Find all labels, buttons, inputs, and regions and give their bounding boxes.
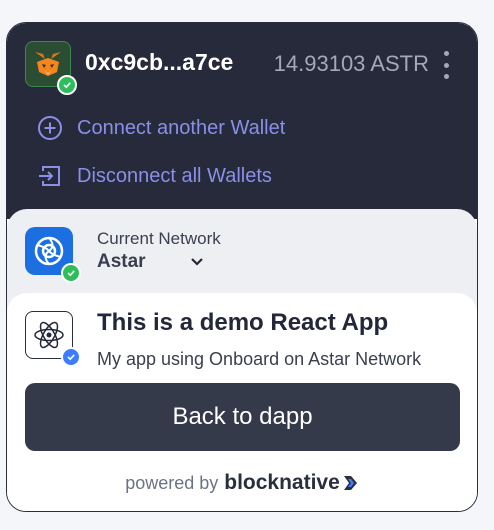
- account-center-panel: 0xc9cb...a7ce 14.93103 ASTR Connect anot…: [6, 22, 478, 512]
- app-description: My app using Onboard on Astar Network: [97, 349, 422, 369]
- disconnect-all-wallets-button[interactable]: Disconnect all Wallets: [37, 161, 272, 191]
- connected-check-icon: [57, 75, 77, 95]
- blocknative-brand: blocknative: [224, 471, 340, 494]
- more-options-icon[interactable]: [439, 51, 453, 79]
- blocknative-logo-icon: [343, 476, 357, 490]
- network-selector[interactable]: Astar: [97, 251, 204, 273]
- wallet-balance: 14.93103 ASTR: [273, 51, 429, 76]
- selected-network: Astar: [97, 251, 146, 272]
- wallet-address[interactable]: 0xc9cb...a7ce: [85, 49, 233, 76]
- connect-another-wallet-label: Connect another Wallet: [77, 116, 286, 139]
- powered-by-footer: powered by blocknative: [7, 471, 477, 495]
- back-to-dapp-button[interactable]: Back to dapp: [25, 383, 460, 451]
- exit-icon: [39, 166, 60, 186]
- app-info-section: This is a demo React App My app using On…: [7, 293, 477, 511]
- app-name: This is a demo React App: [97, 309, 389, 336]
- powered-by-label: powered by: [125, 472, 219, 493]
- network-check-icon: [61, 263, 81, 283]
- chevron-down-icon: [190, 258, 203, 266]
- wallet-row[interactable]: 0xc9cb...a7ce 14.93103 ASTR: [25, 41, 459, 95]
- wallet-section: 0xc9cb...a7ce 14.93103 ASTR Connect anot…: [7, 23, 477, 219]
- plus-circle-icon: [38, 116, 62, 140]
- app-verified-check-icon: [61, 347, 81, 367]
- current-network-label: Current Network: [97, 229, 221, 248]
- disconnect-all-wallets-label: Disconnect all Wallets: [77, 164, 272, 187]
- connect-another-wallet-button[interactable]: Connect another Wallet: [37, 113, 285, 143]
